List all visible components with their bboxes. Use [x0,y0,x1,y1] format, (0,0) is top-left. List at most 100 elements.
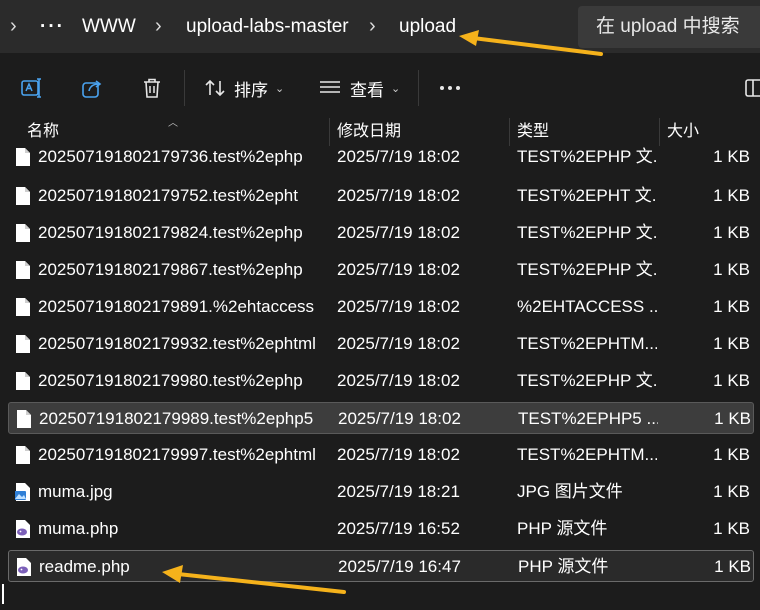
file-row[interactable]: 202507191802179932.test%2ephtml 2025/7/1… [8,328,754,360]
file-size: 1 KB [713,371,750,390]
file-date: 2025/7/19 18:02 [337,260,460,279]
file-row[interactable]: 202507191802179736.test%2ephp 2025/7/19 … [8,146,754,173]
file-name: muma.php [38,519,119,538]
breadcrumb-item-upload-labs-master[interactable]: upload-labs-master [186,6,349,48]
file-type: TEST%2EPHP 文... [517,371,657,390]
file-name: 202507191802179932.test%2ephtml [38,334,316,353]
php-file-icon [17,558,31,576]
file-type: PHP 源文件 [517,519,608,538]
file-name: 202507191802179997.test%2ephtml [38,445,316,464]
file-date: 2025/7/19 18:02 [338,409,461,428]
file-date: 2025/7/19 18:02 [337,223,460,242]
file-size: 1 KB [713,147,750,166]
breadcrumb[interactable]: › ··· WWW › upload-labs-master › upload [0,6,568,48]
file-size: 1 KB [713,223,750,242]
file-type: JPG 图片文件 [517,482,623,501]
chevron-right-icon: › [10,15,17,37]
delete-icon[interactable] [140,76,164,100]
file-list: 202507191802179736.test%2ephp 2025/7/19 … [0,146,760,582]
file-size: 1 KB [713,334,750,353]
file-row[interactable]: 202507191802179997.test%2ephtml 2025/7/1… [8,439,754,471]
file-name: 202507191802179891.%2ehtaccess [38,297,315,316]
file-name: readme.php [39,557,130,576]
column-type[interactable]: 类型 [509,118,659,146]
file-row[interactable]: muma.php 2025/7/19 16:52 PHP 源文件 1 KB [8,513,754,545]
file-type: %2EHTACCESS ... [517,297,657,316]
file-name: 202507191802179980.test%2ephp [38,371,303,390]
sort-label: 排序 [234,80,268,100]
file-type: TEST%2EPHT 文... [517,186,657,205]
file-row[interactable]: 202507191802179824.test%2ephp 2025/7/19 … [8,217,754,249]
file-row[interactable]: muma.jpg 2025/7/19 18:21 JPG 图片文件 1 KB [8,476,754,508]
file-date: 2025/7/19 16:47 [338,557,461,576]
toolbar-divider [184,70,185,106]
text-cursor [2,584,4,604]
more-breadcrumbs-icon[interactable]: ··· [40,6,65,48]
file-size: 1 KB [713,482,750,501]
breadcrumb-item-www[interactable]: WWW [82,6,136,48]
rename-icon[interactable] [20,76,44,100]
file-type: PHP 源文件 [518,557,609,576]
breadcrumb-item-upload[interactable]: upload [399,6,456,48]
file-name: 202507191802179867.test%2ephp [38,260,303,279]
file-row[interactable]: 202507191802179752.test%2epht 2025/7/19 … [8,180,754,212]
file-type: TEST%2EPHP5 ... [518,409,658,428]
file-name: 202507191802179989.test%2ephp5 [39,409,314,428]
search-placeholder: 在 upload 中搜索 [596,16,740,37]
file-size: 1 KB [714,557,751,576]
file-date: 2025/7/19 16:52 [337,519,460,538]
file-name: 202507191802179736.test%2ephp [38,147,303,166]
file-icon [16,335,30,353]
file-row[interactable]: 202507191802179891.%2ehtaccess 2025/7/19… [8,291,754,323]
chevron-down-icon: ⌄ [275,82,285,95]
chevron-down-icon: ⌄ [391,82,401,95]
toolbar-divider [418,70,419,106]
file-icon [16,298,30,316]
file-icon [16,187,30,205]
share-icon[interactable] [80,76,104,100]
file-date: 2025/7/19 18:02 [337,297,460,316]
file-size: 1 KB [714,409,751,428]
column-name[interactable]: 名称 [19,118,329,146]
image-file-icon [15,483,30,501]
file-type: TEST%2EPHP 文... [517,147,657,166]
file-type: TEST%2EPHP 文... [517,223,657,242]
file-date: 2025/7/19 18:21 [337,482,460,501]
file-row-focused[interactable]: readme.php 2025/7/19 16:47 PHP 源文件 1 KB [8,550,754,582]
file-type: TEST%2EPHTM... [517,334,657,353]
command-bar: 排序 ⌄ 查看 ⌄ [0,54,760,122]
file-date: 2025/7/19 18:02 [337,445,460,464]
file-icon [16,148,30,166]
chevron-right-icon: › [369,15,376,37]
file-size: 1 KB [713,445,750,464]
sort-button[interactable]: 排序 ⌄ [204,72,284,104]
file-size: 1 KB [713,186,750,205]
file-size: 1 KB [713,260,750,279]
column-date-modified[interactable]: 修改日期 [329,118,509,146]
address-bar: › ··· WWW › upload-labs-master › upload … [0,0,760,54]
file-icon [16,224,30,242]
file-size: 1 KB [713,297,750,316]
file-date: 2025/7/19 18:02 [337,186,460,205]
column-size[interactable]: 大小 [659,118,759,146]
file-icon [16,446,30,464]
search-input[interactable]: 在 upload 中搜索 [578,6,760,48]
file-type: TEST%2EPHP 文... [517,260,657,279]
view-icon [320,81,340,93]
file-icon [17,410,31,428]
file-icon [16,372,30,390]
chevron-right-icon: › [155,15,162,37]
file-name: 202507191802179824.test%2ephp [38,223,303,242]
details-pane-icon[interactable] [744,76,760,100]
file-date: 2025/7/19 18:02 [337,147,460,166]
file-size: 1 KB [713,519,750,538]
file-row-selected[interactable]: 202507191802179989.test%2ephp5 2025/7/19… [8,402,754,434]
more-options-icon[interactable] [438,76,462,100]
file-icon [16,261,30,279]
file-row[interactable]: 202507191802179980.test%2ephp 2025/7/19 … [8,365,754,397]
view-button[interactable]: 查看 ⌄ [318,72,400,104]
file-name: 202507191802179752.test%2epht [38,186,298,205]
php-file-icon [16,520,30,538]
file-row[interactable]: 202507191802179867.test%2ephp 2025/7/19 … [8,254,754,286]
file-type: TEST%2EPHTM... [517,445,657,464]
